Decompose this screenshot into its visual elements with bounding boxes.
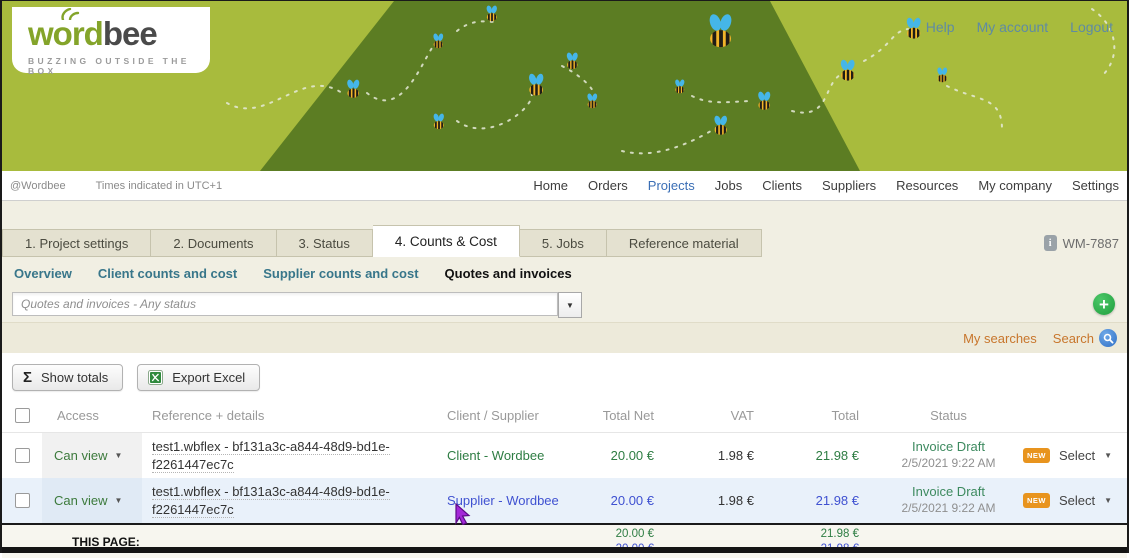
nav-item-orders[interactable]: Orders <box>588 178 628 193</box>
total-value: 21.98 € <box>760 493 865 508</box>
logo-text-word: word <box>28 15 103 52</box>
filter-row: ▼ + <box>2 289 1127 322</box>
select-all-checkbox[interactable] <box>15 408 30 423</box>
my-account-link[interactable]: My account <box>977 19 1049 35</box>
show-totals-label: Show totals <box>41 370 108 385</box>
table-toolbar: Σ Show totals Export Excel <box>2 353 1127 391</box>
status-link[interactable]: Invoice Draft <box>865 484 1032 501</box>
row-checkbox[interactable] <box>15 493 30 508</box>
new-badge: NEW <box>1023 448 1050 463</box>
summary-total-client: 21.98 € <box>760 527 859 541</box>
tab-project-settings[interactable]: 1. Project settings <box>2 229 151 257</box>
access-label: Can view <box>54 493 107 508</box>
excel-icon <box>148 370 163 385</box>
vat-value: 1.98 € <box>660 493 760 508</box>
logo-antennae-icon <box>58 8 80 20</box>
access-dropdown[interactable]: Can view ▼ <box>42 433 142 478</box>
logo-text-bee: bee <box>103 15 157 52</box>
help-link[interactable]: Help <box>926 19 955 35</box>
reference-link[interactable]: test1.wbflex - bf131a3c-a844-48d9-bd1e-f… <box>152 484 390 518</box>
copyright-text: @Wordbee <box>10 180 66 192</box>
tab-jobs[interactable]: 5. Jobs <box>520 229 607 257</box>
col-status[interactable]: Status <box>865 408 1032 423</box>
nav-menu: Home Orders Projects Jobs Clients Suppli… <box>533 178 1119 193</box>
subtab-quotes-invoices[interactable]: Quotes and invoices <box>445 266 572 281</box>
total-value: 21.98 € <box>760 448 865 463</box>
summary-total-net-client: 20.00 € <box>565 527 654 541</box>
table-row: Can view ▼ test1.wbflex - bf131a3c-a844-… <box>2 478 1127 523</box>
row-checkbox[interactable] <box>15 448 30 463</box>
nav-item-resources[interactable]: Resources <box>896 178 958 193</box>
chevron-down-icon: ▼ <box>114 496 122 505</box>
reference-link[interactable]: test1.wbflex - bf131a3c-a844-48d9-bd1e-f… <box>152 439 390 473</box>
project-tabs: 1. Project settings 2. Documents 3. Stat… <box>2 201 1127 257</box>
account-links: Help My account Logout <box>926 19 1113 35</box>
nav-item-jobs[interactable]: Jobs <box>715 178 742 193</box>
table-header: Access Reference + details Client / Supp… <box>2 399 1127 433</box>
col-reference[interactable]: Reference + details <box>142 408 447 423</box>
main-navbar: @Wordbee Times indicated in UTC+1 Home O… <box>2 171 1127 201</box>
select-dropdown[interactable]: Select <box>1059 448 1095 463</box>
access-dropdown[interactable]: Can view ▼ <box>42 478 142 523</box>
chevron-down-icon: ▼ <box>566 301 574 310</box>
total-net-value: 20.00 € <box>565 493 660 508</box>
tab-documents[interactable]: 2. Documents <box>151 229 276 257</box>
select-dropdown[interactable]: Select <box>1059 493 1095 508</box>
nav-item-settings[interactable]: Settings <box>1072 178 1119 193</box>
nav-item-projects[interactable]: Projects <box>648 178 695 193</box>
vat-value: 1.98 € <box>660 448 760 463</box>
nav-item-suppliers[interactable]: Suppliers <box>822 178 876 193</box>
tab-counts-and-cost[interactable]: 4. Counts & Cost <box>373 225 520 257</box>
nav-item-clients[interactable]: Clients <box>762 178 802 193</box>
wordbee-logo[interactable]: wordbee BUZZING OUTSIDE THE BOX <box>12 7 210 73</box>
counts-subtabs: Overview Client counts and cost Supplier… <box>2 257 1127 289</box>
timezone-note: Times indicated in UTC+1 <box>96 180 222 192</box>
info-icon[interactable]: i <box>1044 235 1057 251</box>
bee-icons <box>346 5 948 136</box>
status-date: 2/5/2021 9:22 AM <box>865 456 1032 472</box>
filter-dropdown-button[interactable]: ▼ <box>558 292 582 318</box>
access-label: Can view <box>54 448 107 463</box>
status-link[interactable]: Invoice Draft <box>865 439 1032 456</box>
new-badge: NEW <box>1023 493 1050 508</box>
subtab-overview[interactable]: Overview <box>14 266 72 281</box>
chevron-down-icon: ▼ <box>1104 451 1112 460</box>
tab-reference-material[interactable]: Reference material <box>607 229 762 257</box>
project-code: WM-7887 <box>1063 236 1119 251</box>
status-filter-input[interactable] <box>12 292 558 316</box>
total-net-value: 20.00 € <box>565 448 660 463</box>
subtab-client-counts[interactable]: Client counts and cost <box>98 266 237 281</box>
my-searches-link[interactable]: My searches <box>963 331 1037 346</box>
col-total[interactable]: Total <box>760 408 865 423</box>
show-totals-button[interactable]: Σ Show totals <box>12 364 123 391</box>
add-button[interactable]: + <box>1093 293 1115 315</box>
chevron-down-icon: ▼ <box>114 451 122 460</box>
plus-icon: + <box>1099 296 1109 313</box>
col-client-supplier[interactable]: Client / Supplier <box>447 408 565 423</box>
tab-status[interactable]: 3. Status <box>277 229 373 257</box>
nav-item-my-company[interactable]: My company <box>978 178 1052 193</box>
table-row: Can view ▼ test1.wbflex - bf131a3c-a844-… <box>2 433 1127 478</box>
chevron-down-icon: ▼ <box>1104 496 1112 505</box>
status-date: 2/5/2021 9:22 AM <box>865 501 1032 517</box>
col-total-net[interactable]: Total Net <box>565 408 660 423</box>
banner: wordbee BUZZING OUTSIDE THE BOX Help My … <box>2 1 1127 171</box>
sigma-icon: Σ <box>23 369 32 386</box>
col-access[interactable]: Access <box>42 408 142 423</box>
search-icon[interactable] <box>1099 329 1117 347</box>
client-supplier-link[interactable]: Client - Wordbee <box>447 447 565 465</box>
logo-tagline: BUZZING OUTSIDE THE BOX <box>28 56 210 76</box>
export-excel-label: Export Excel <box>172 370 245 385</box>
col-vat[interactable]: VAT <box>660 408 760 423</box>
subtab-supplier-counts[interactable]: Supplier counts and cost <box>263 266 418 281</box>
nav-item-home[interactable]: Home <box>533 178 568 193</box>
client-supplier-link[interactable]: Supplier - Wordbee <box>447 492 565 510</box>
app-window: wordbee BUZZING OUTSIDE THE BOX Help My … <box>0 0 1129 553</box>
search-link[interactable]: Search <box>1053 331 1094 346</box>
export-excel-button[interactable]: Export Excel <box>137 364 260 391</box>
bottom-border-bar <box>2 547 1127 553</box>
search-strip: My searches Search <box>2 322 1127 353</box>
logout-link[interactable]: Logout <box>1070 19 1113 35</box>
